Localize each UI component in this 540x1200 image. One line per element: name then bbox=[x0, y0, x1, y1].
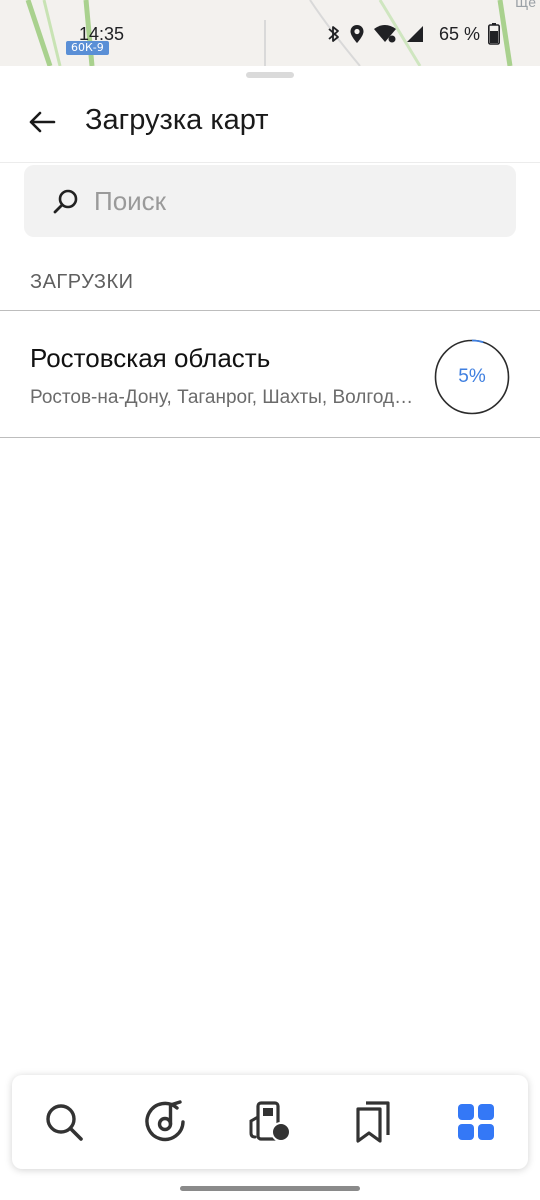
download-subtitle: Ростов-на-Дону, Таганрог, Шахты, Волгодо… bbox=[30, 387, 422, 408]
bookmarks-icon bbox=[356, 1101, 390, 1143]
battery-icon bbox=[488, 23, 500, 45]
signal-icon bbox=[406, 26, 423, 42]
search-input[interactable] bbox=[94, 181, 494, 221]
download-item[interactable]: Ростовская область Ростов-на-Дону, Таган… bbox=[0, 311, 540, 437]
status-bar: 14:35 65 % bbox=[0, 18, 540, 52]
progress-percent: 5% bbox=[458, 366, 486, 387]
bottom-tab-bar bbox=[12, 1075, 528, 1169]
tab-services[interactable] bbox=[441, 1087, 511, 1157]
tab-fuel[interactable] bbox=[235, 1087, 305, 1157]
search-box[interactable] bbox=[24, 165, 516, 237]
section-title-downloads: ЗАГРУЗКИ bbox=[30, 271, 134, 293]
sheet-grabber[interactable] bbox=[246, 72, 294, 78]
home-indicator[interactable] bbox=[180, 1186, 360, 1191]
header: Загрузка карт bbox=[0, 86, 540, 163]
battery-percent: 65 % bbox=[438, 23, 480, 44]
services-grid-icon bbox=[458, 1104, 495, 1140]
download-progress[interactable]: 5% bbox=[434, 339, 510, 415]
tab-search[interactable] bbox=[29, 1087, 99, 1157]
wifi-icon bbox=[373, 25, 396, 43]
back-button[interactable] bbox=[20, 100, 64, 144]
status-icons: 65 % bbox=[327, 23, 500, 45]
tab-bookmarks[interactable] bbox=[338, 1087, 408, 1157]
status-time: 14:35 bbox=[79, 24, 125, 44]
divider bbox=[0, 437, 540, 438]
map-download-sheet: Загрузка карт ЗАГРУЗКИ Ростовская област… bbox=[0, 66, 540, 1200]
fuel-icon bbox=[249, 1101, 291, 1142]
search-icon bbox=[53, 189, 78, 214]
bluetooth-icon bbox=[328, 26, 339, 42]
tab-music[interactable] bbox=[132, 1087, 202, 1157]
search-icon bbox=[45, 1104, 83, 1141]
map-place-label: Ще bbox=[515, 0, 536, 10]
download-title: Ростовская область bbox=[30, 343, 271, 373]
arrow-left-icon bbox=[29, 111, 56, 133]
music-icon bbox=[145, 1100, 185, 1142]
location-icon bbox=[350, 25, 364, 43]
page-title: Загрузка карт bbox=[85, 104, 269, 136]
